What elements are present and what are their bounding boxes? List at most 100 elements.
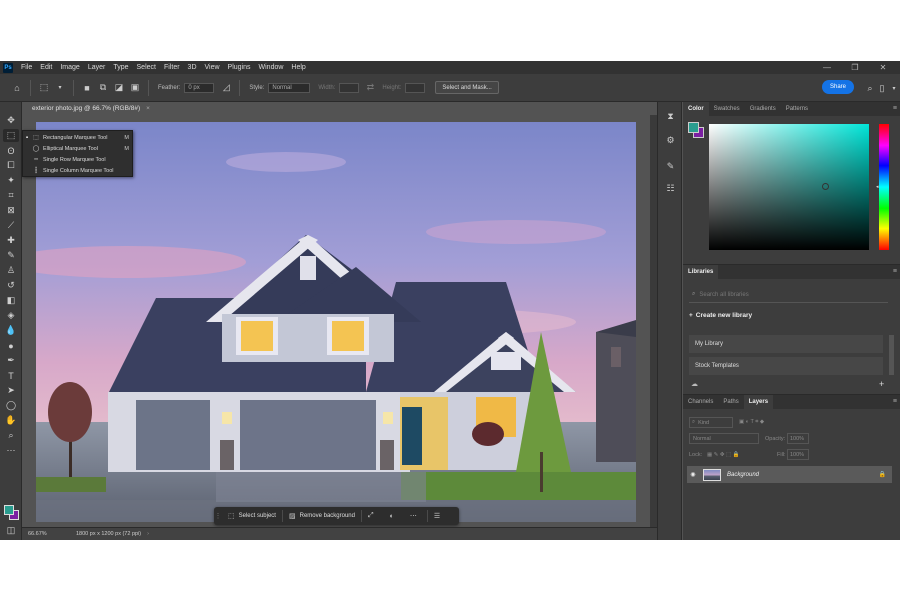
menu-window[interactable]: Window <box>255 64 288 71</box>
move-tool-icon[interactable]: ✥ <box>3 114 19 127</box>
transform-button[interactable]: ⤢ <box>362 509 384 523</box>
magic-wand-icon[interactable]: ✦ <box>3 174 19 187</box>
add-icon[interactable]: + <box>879 379 884 389</box>
vertical-scrollbar[interactable] <box>650 115 657 527</box>
zoom-tool-icon[interactable]: ⌕ <box>3 429 19 442</box>
clone-stamp-icon[interactable]: ♙ <box>3 264 19 277</box>
healing-brush-icon[interactable]: ✚ <box>3 234 19 247</box>
brush-settings-icon[interactable]: ✎ <box>664 160 677 173</box>
more-tools-icon[interactable]: ⋯ <box>3 444 19 457</box>
document-canvas[interactable] <box>36 122 636 522</box>
panel-menu-icon[interactable]: ≡ <box>893 105 897 112</box>
flyout-rectangular-marquee[interactable]: ▪ ⬚ Rectangular Marquee Tool M <box>23 132 133 143</box>
layer-name[interactable]: Background <box>727 472 759 478</box>
marquee-preset-icon[interactable]: ⬚ <box>37 81 51 95</box>
lock-options-icons[interactable]: ▦ ✎ ✥ ⬚ 🔒 <box>707 449 740 460</box>
swap-icon[interactable]: ⇄ <box>363 81 377 95</box>
menu-file[interactable]: File <box>17 64 36 71</box>
panel-menu-icon[interactable]: ≡ <box>893 398 897 405</box>
select-and-mask-button[interactable]: Select and Mask... <box>435 81 499 94</box>
subtract-selection-icon[interactable]: ◪ <box>112 81 126 95</box>
frame-tool-icon[interactable]: ⊠ <box>3 204 19 217</box>
lock-icon[interactable]: 🔒 <box>879 471 886 478</box>
drag-handle-icon[interactable]: ⋮ <box>214 512 222 520</box>
eye-icon[interactable]: ◉ <box>687 471 699 478</box>
menu-filter[interactable]: Filter <box>160 64 184 71</box>
chevron-down-icon[interactable]: ▾ <box>887 81 900 95</box>
menu-help[interactable]: Help <box>287 64 309 71</box>
color-picker-ring[interactable] <box>822 183 829 190</box>
maximize-button[interactable]: ❐ <box>840 61 870 74</box>
panel-menu-icon[interactable]: ≡ <box>893 268 897 275</box>
create-library-button[interactable]: + Create new library <box>689 312 752 319</box>
ellipse-tool-icon[interactable]: ◯ <box>3 399 19 412</box>
paint-bucket-icon[interactable]: ◈ <box>3 309 19 322</box>
hand-tool-icon[interactable]: ✋ <box>3 414 19 427</box>
adjustments-icon[interactable]: ⚙ <box>664 134 677 147</box>
opacity-input[interactable]: 100% <box>787 433 809 444</box>
history-brush-icon[interactable]: ↺ <box>3 279 19 292</box>
menu-type[interactable]: Type <box>109 64 132 71</box>
color-foreground-swatch[interactable] <box>688 122 699 133</box>
library-item-stock-templates[interactable]: Stock Templates <box>689 357 883 375</box>
chevron-down-icon[interactable]: ▾ <box>53 81 67 95</box>
menu-layer[interactable]: Layer <box>84 64 110 71</box>
menu-3d[interactable]: 3D <box>184 64 201 71</box>
hue-marker-icon[interactable]: ◂ <box>876 184 879 190</box>
bar-settings-button[interactable]: ☰ <box>428 509 450 523</box>
share-button[interactable]: Share <box>822 80 854 94</box>
crop-tool-icon[interactable]: ⌗ <box>3 189 19 202</box>
blur-tool-icon[interactable]: 💧 <box>3 324 19 337</box>
history-icon[interactable]: ⧗ <box>664 110 677 123</box>
lasso-tool-icon[interactable]: ʘ <box>3 144 19 157</box>
pen-tool-icon[interactable]: ✒ <box>3 354 19 367</box>
fill-input[interactable]: 100% <box>787 449 809 460</box>
blend-mode-select[interactable]: Normal <box>689 433 759 444</box>
rectangular-marquee-tool-icon[interactable]: ⬚ <box>3 129 19 142</box>
flyout-single-column-marquee[interactable]: ┇ Single Column Marquee Tool <box>23 165 133 176</box>
tab-gradients[interactable]: Gradients <box>745 102 781 116</box>
adjustment-button[interactable]: ◐ <box>384 509 404 523</box>
tab-swatches[interactable]: Swatches <box>709 102 745 116</box>
close-icon[interactable]: × <box>146 105 150 112</box>
tab-color[interactable]: Color <box>683 102 709 116</box>
properties-icon[interactable]: ☷ <box>664 182 677 195</box>
library-item-my-library[interactable]: My Library <box>689 335 883 353</box>
libraries-scrollbar[interactable] <box>889 335 894 375</box>
more-options-button[interactable]: ⋯ <box>404 509 427 523</box>
feather-input[interactable]: 0 px <box>184 82 215 93</box>
dodge-tool-icon[interactable]: ● <box>3 339 19 352</box>
document-tab[interactable]: exterior photo.jpg @ 66.7% (RGB/8#) × <box>28 102 154 114</box>
menu-image[interactable]: Image <box>56 64 83 71</box>
style-select[interactable]: Normal <box>268 82 311 93</box>
minimize-button[interactable]: — <box>812 61 842 74</box>
tab-channels[interactable]: Channels <box>683 395 718 409</box>
path-selection-icon[interactable]: ➤ <box>3 384 19 397</box>
library-search-input[interactable]: ⌕ Search all libraries <box>689 287 888 303</box>
color-picker-field[interactable] <box>709 124 869 250</box>
cloud-icon[interactable]: ☁ <box>691 380 698 388</box>
tab-paths[interactable]: Paths <box>718 395 743 409</box>
layer-row-background[interactable]: ◉ Background 🔒 <box>687 466 892 483</box>
brush-tool-icon[interactable]: ✎ <box>3 249 19 262</box>
flyout-elliptical-marquee[interactable]: ◯ Elliptical Marquee Tool M <box>23 143 133 154</box>
eraser-tool-icon[interactable]: ◧ <box>3 294 19 307</box>
layer-kind-filter[interactable]: ⌕ Kind <box>689 417 733 428</box>
quick-mask-icon[interactable]: ◫ <box>3 524 19 537</box>
select-subject-button[interactable]: ⬚ Select subject <box>222 509 282 523</box>
foreground-color-swatch[interactable] <box>4 505 14 515</box>
type-tool-icon[interactable]: T <box>3 369 19 382</box>
remove-background-button[interactable]: ▨ Remove background <box>283 509 361 523</box>
intersect-selection-icon[interactable]: ▣ <box>128 81 142 95</box>
width-input[interactable] <box>339 82 360 93</box>
tab-layers[interactable]: Layers <box>743 395 774 409</box>
close-button[interactable]: ✕ <box>868 61 898 74</box>
tab-libraries[interactable]: Libraries <box>683 265 719 279</box>
layer-filter-icons[interactable]: ▣ ◐ T ⌗ ◆ <box>739 417 764 428</box>
hue-slider[interactable] <box>879 124 889 250</box>
menu-view[interactable]: View <box>201 64 224 71</box>
add-selection-icon[interactable]: ⧉ <box>96 81 110 95</box>
antialias-icon[interactable]: ◿ <box>219 81 233 95</box>
object-selection-tool-icon[interactable]: ⧠ <box>3 159 19 172</box>
menu-select[interactable]: Select <box>133 64 160 71</box>
